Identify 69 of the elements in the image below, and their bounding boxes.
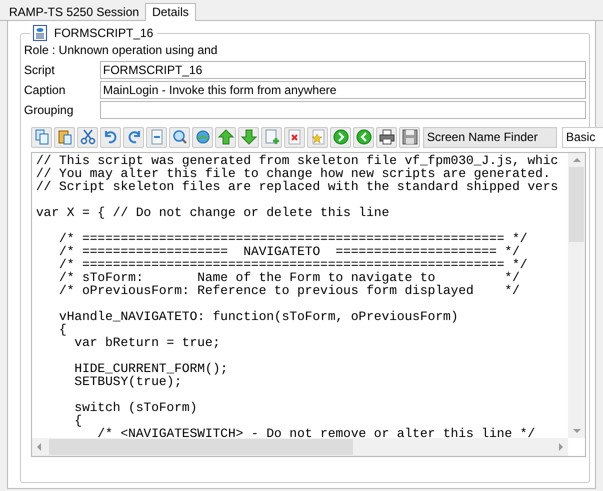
toolbar-button[interactable] xyxy=(146,126,167,148)
code-line: var X = { // Do not change or delete this line xyxy=(36,206,390,219)
toolbar-button[interactable] xyxy=(284,126,305,148)
code-line: /* oPreviousForm: Reference to previous form displayed */ xyxy=(58,284,521,297)
scroll-thumb[interactable] xyxy=(49,439,353,455)
undo-icon xyxy=(102,129,118,145)
text-field[interactable] xyxy=(100,101,586,119)
code-line: { xyxy=(73,414,84,427)
scroll-right-icon xyxy=(559,443,563,451)
star-document-icon xyxy=(310,129,326,145)
delete-document-icon xyxy=(286,129,302,145)
toolbar-button[interactable] xyxy=(123,126,144,148)
tab[interactable]: Details xyxy=(145,3,196,21)
vertical-scrollbar[interactable] xyxy=(568,153,585,438)
toolbar-button[interactable] xyxy=(376,126,397,148)
code-line: var bReturn = true; xyxy=(73,336,222,349)
down-arrow-icon xyxy=(240,129,256,145)
code-line: // This script was generated from skeleton file vf_fpm030_J.js, whic xyxy=(36,154,560,167)
screen-name-finder-field[interactable]: Screen Name Finder xyxy=(423,126,557,148)
up-arrow-icon xyxy=(218,129,234,145)
field-label: Script xyxy=(24,62,56,79)
scroll-down-icon xyxy=(572,429,580,433)
toolbar-button[interactable] xyxy=(100,126,121,148)
toolbar-button[interactable] xyxy=(77,126,98,148)
code-line: vHandle_NAVIGATETO: function(sToForm, oPreviousForm) xyxy=(58,310,460,323)
toolbar-button[interactable] xyxy=(238,126,259,148)
scroll-thumb[interactable] xyxy=(569,167,584,242)
code-line: /* =================== NAVIGATETO ===================== */ xyxy=(58,245,520,258)
redo-icon xyxy=(126,129,142,145)
toolbar-button[interactable] xyxy=(31,126,52,148)
code-line: /* <NAVIGATESWITCH> - Do not remove or alter this line */ xyxy=(96,427,536,438)
toolbar-button[interactable] xyxy=(54,126,75,148)
scroll-left-icon xyxy=(37,443,41,451)
code-line: switch (sToForm) xyxy=(73,401,198,414)
toolbar-button[interactable] xyxy=(169,126,190,148)
printer-icon xyxy=(378,129,394,145)
code-editor[interactable] xyxy=(31,152,586,457)
group-title: FORMSCRIPT_16 xyxy=(54,25,154,42)
copy-icon xyxy=(34,129,50,145)
text-field[interactable]: MainLogin - Invoke this form from anywhere xyxy=(100,81,586,99)
text-field[interactable]: FORMSCRIPT_16 xyxy=(100,61,586,79)
save-icon xyxy=(402,129,418,145)
code-line: // Script skeleton files are replaced with the standard shipped vers xyxy=(36,180,560,193)
script-document-icon xyxy=(32,25,48,41)
code-line: { xyxy=(58,323,68,336)
scissors-icon xyxy=(80,129,96,145)
paste-icon xyxy=(56,129,72,145)
scroll-up-icon xyxy=(572,158,580,162)
code-line: /* ======================================================= */ xyxy=(58,232,528,245)
document-icon xyxy=(148,129,164,145)
toolbar-button[interactable] xyxy=(399,126,420,148)
code-line: HIDE_CURRENT_FORM(); xyxy=(73,362,229,375)
add-document-icon xyxy=(264,129,280,145)
toolbar-button[interactable] xyxy=(330,126,351,148)
role-text: Role : Unknown operation using and xyxy=(24,42,218,59)
mode-dropdown[interactable]: Basic xyxy=(562,126,603,148)
forward-circle-icon xyxy=(332,129,348,145)
back-circle-icon xyxy=(356,129,372,145)
code-line: /* ======================================================= */ xyxy=(58,258,528,271)
magnifier-icon xyxy=(172,129,188,145)
horizontal-scrollbar[interactable] xyxy=(32,438,568,456)
toolbar-button[interactable] xyxy=(215,126,236,148)
toolbar-button[interactable] xyxy=(353,126,374,148)
code-line: /* sToForm: Name of the Form to navigate to */ xyxy=(58,271,521,284)
toolbar-button[interactable] xyxy=(192,126,213,148)
field-label: Caption xyxy=(24,82,66,99)
code-line: SETBUSY(true); xyxy=(73,375,182,388)
code-line: // You may alter this file to change how new scripts are generated. xyxy=(36,167,552,180)
field-label: Grouping xyxy=(24,102,74,119)
